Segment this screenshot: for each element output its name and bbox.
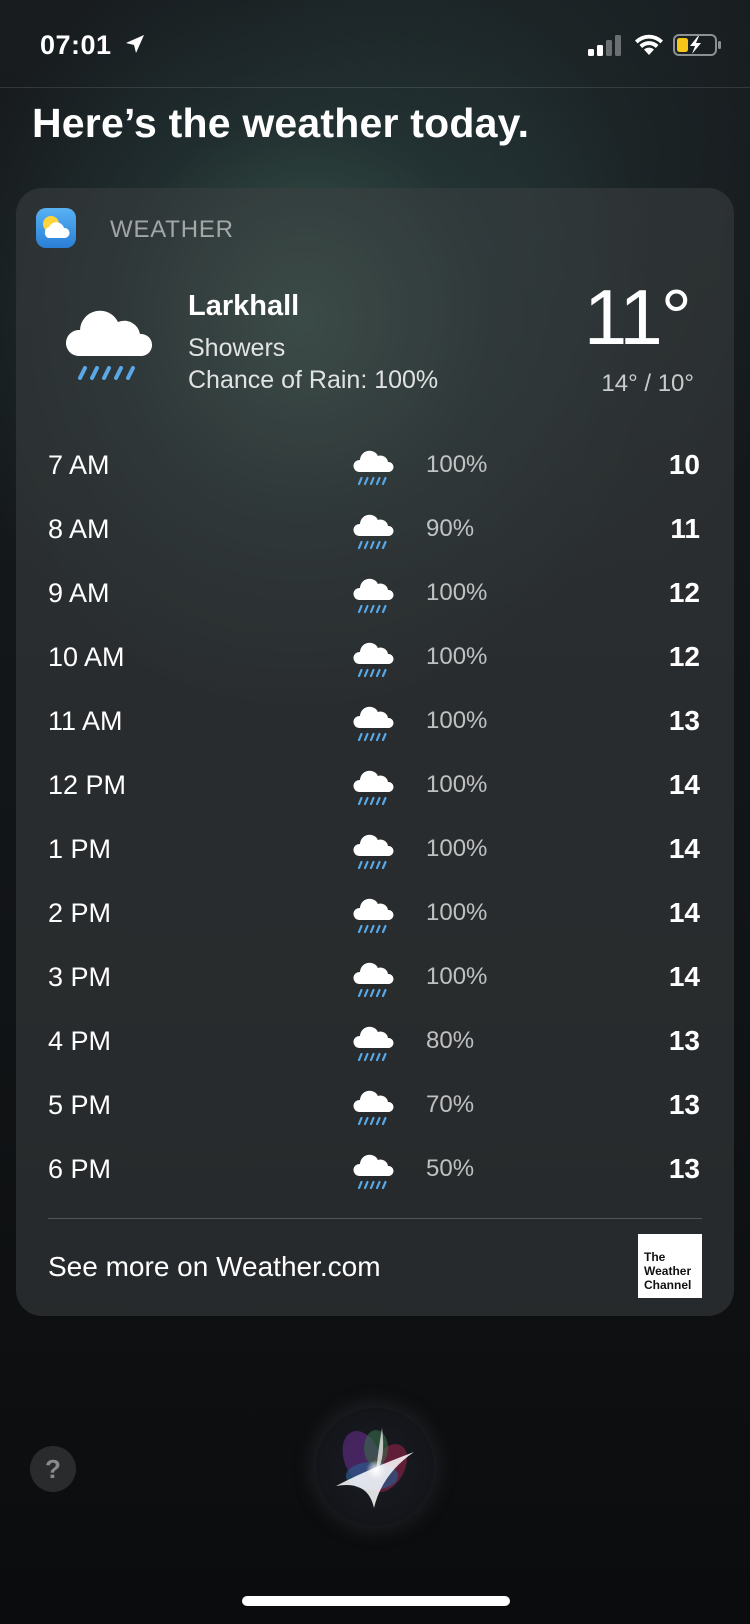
rain-cloud-icon [352, 958, 394, 998]
high-low-temperature: 14° / 10° [601, 370, 694, 397]
hour-temperature: 13 [668, 1025, 700, 1056]
hour-label: 8 AM [48, 514, 110, 544]
status-time: 07:01 [40, 30, 112, 60]
hour-label: 12 PM [48, 770, 127, 800]
help-button[interactable]: ? [30, 1446, 76, 1492]
hourly-row: 4 PM 80% 13 [16, 1010, 734, 1074]
condition-text: Showers [188, 334, 286, 362]
hour-temperature: 14 [668, 897, 700, 928]
rain-cloud-icon [352, 1022, 394, 1062]
hour-label: 7 AM [48, 450, 110, 480]
precip-chance: 100% [426, 707, 488, 734]
weather-channel-logo[interactable]: The Weather Channel [638, 1234, 702, 1298]
hour-temperature: 12 [668, 641, 700, 672]
hour-temperature: 11 [670, 513, 700, 544]
hour-temperature: 12 [668, 577, 700, 608]
rain-cloud-icon [352, 510, 394, 550]
hourly-row: 7 AM 100% 10 [16, 434, 734, 498]
hourly-row: 6 PM 50% 13 [16, 1138, 734, 1202]
precip-chance: 100% [426, 835, 488, 862]
rain-cloud-icon [65, 310, 153, 380]
chance-of-rain: Chance of Rain: 100% [188, 366, 439, 394]
hour-temperature: 14 [668, 769, 700, 800]
rain-cloud-icon [352, 446, 394, 486]
rain-cloud-icon [352, 574, 394, 614]
rain-cloud-icon [352, 766, 394, 806]
hour-label: 3 PM [48, 962, 112, 992]
precip-chance: 50% [426, 1155, 475, 1182]
app-name: WEATHER [110, 216, 234, 243]
logo-line: Channel [644, 1278, 692, 1292]
status-bar-divider [0, 87, 750, 88]
weather-card[interactable]: WEATHER Larkhall Showers Chance of Rain:… [16, 188, 734, 1316]
location-arrow-icon [126, 35, 144, 53]
hour-temperature: 10 [668, 449, 700, 480]
hourly-forecast: 7 AM 100% 10 8 AM 90% 11 9 AM 100% 12 10 AM 100% 12… [16, 434, 734, 1202]
precip-chance: 90% [426, 515, 475, 542]
battery-charging-icon [673, 34, 721, 56]
rain-cloud-icon [352, 638, 394, 678]
weather-app-icon [36, 208, 76, 248]
hour-label: 1 PM [48, 834, 112, 864]
logo-line: The [644, 1250, 666, 1264]
current-temperature: 11° [583, 273, 692, 361]
precip-chance: 100% [426, 771, 488, 798]
card-header: WEATHER [36, 208, 436, 248]
siri-response-title: Here’s the weather today. [32, 100, 530, 146]
hour-label: 6 PM [48, 1154, 112, 1184]
hour-temperature: 13 [668, 705, 700, 736]
siri-orb-button[interactable] [316, 1408, 434, 1526]
precip-chance: 80% [426, 1027, 475, 1054]
precip-chance: 100% [426, 643, 488, 670]
location-name: Larkhall [188, 290, 300, 322]
status-bar: 07:01 [0, 0, 750, 88]
rain-cloud-icon [352, 1086, 394, 1126]
hour-label: 2 PM [48, 898, 112, 928]
hourly-row: 5 PM 70% 13 [16, 1074, 734, 1138]
hourly-row: 8 AM 90% 11 [16, 498, 734, 562]
hourly-row: 1 PM 100% 14 [16, 818, 734, 882]
hour-label: 4 PM [48, 1026, 112, 1056]
rain-cloud-icon [352, 830, 394, 870]
precip-chance: 100% [426, 899, 488, 926]
rain-cloud-icon [352, 702, 394, 742]
rain-cloud-icon [352, 894, 394, 934]
current-conditions: Larkhall Showers Chance of Rain: 100% 11… [16, 273, 734, 408]
wifi-icon [635, 34, 663, 55]
hour-temperature: 13 [668, 1153, 700, 1184]
rain-cloud-icon [352, 1150, 394, 1190]
precip-chance: 100% [426, 579, 488, 606]
hour-temperature: 14 [668, 833, 700, 864]
see-more-link[interactable]: See more on Weather.com [48, 1251, 381, 1283]
precip-chance: 100% [426, 451, 488, 478]
logo-line: Weather [644, 1264, 692, 1278]
home-indicator[interactable] [242, 1596, 510, 1606]
cellular-signal-icon [588, 35, 621, 56]
hourly-row: 11 AM 100% 13 [16, 690, 734, 754]
hourly-row: 10 AM 100% 12 [16, 626, 734, 690]
footer-divider [48, 1218, 702, 1219]
precip-chance: 70% [426, 1091, 475, 1118]
precip-chance: 100% [426, 963, 488, 990]
hour-label: 9 AM [48, 578, 110, 608]
hourly-row: 12 PM 100% 14 [16, 754, 734, 818]
hour-label: 11 AM [48, 706, 123, 736]
hourly-row: 2 PM 100% 14 [16, 882, 734, 946]
hourly-row: 9 AM 100% 12 [16, 562, 734, 626]
hour-label: 10 AM [48, 642, 125, 672]
hour-label: 5 PM [48, 1090, 112, 1120]
hourly-row: 3 PM 100% 14 [16, 946, 734, 1010]
siri-wave-icon [336, 1428, 414, 1508]
hour-temperature: 13 [668, 1089, 700, 1120]
hour-temperature: 14 [668, 961, 700, 992]
